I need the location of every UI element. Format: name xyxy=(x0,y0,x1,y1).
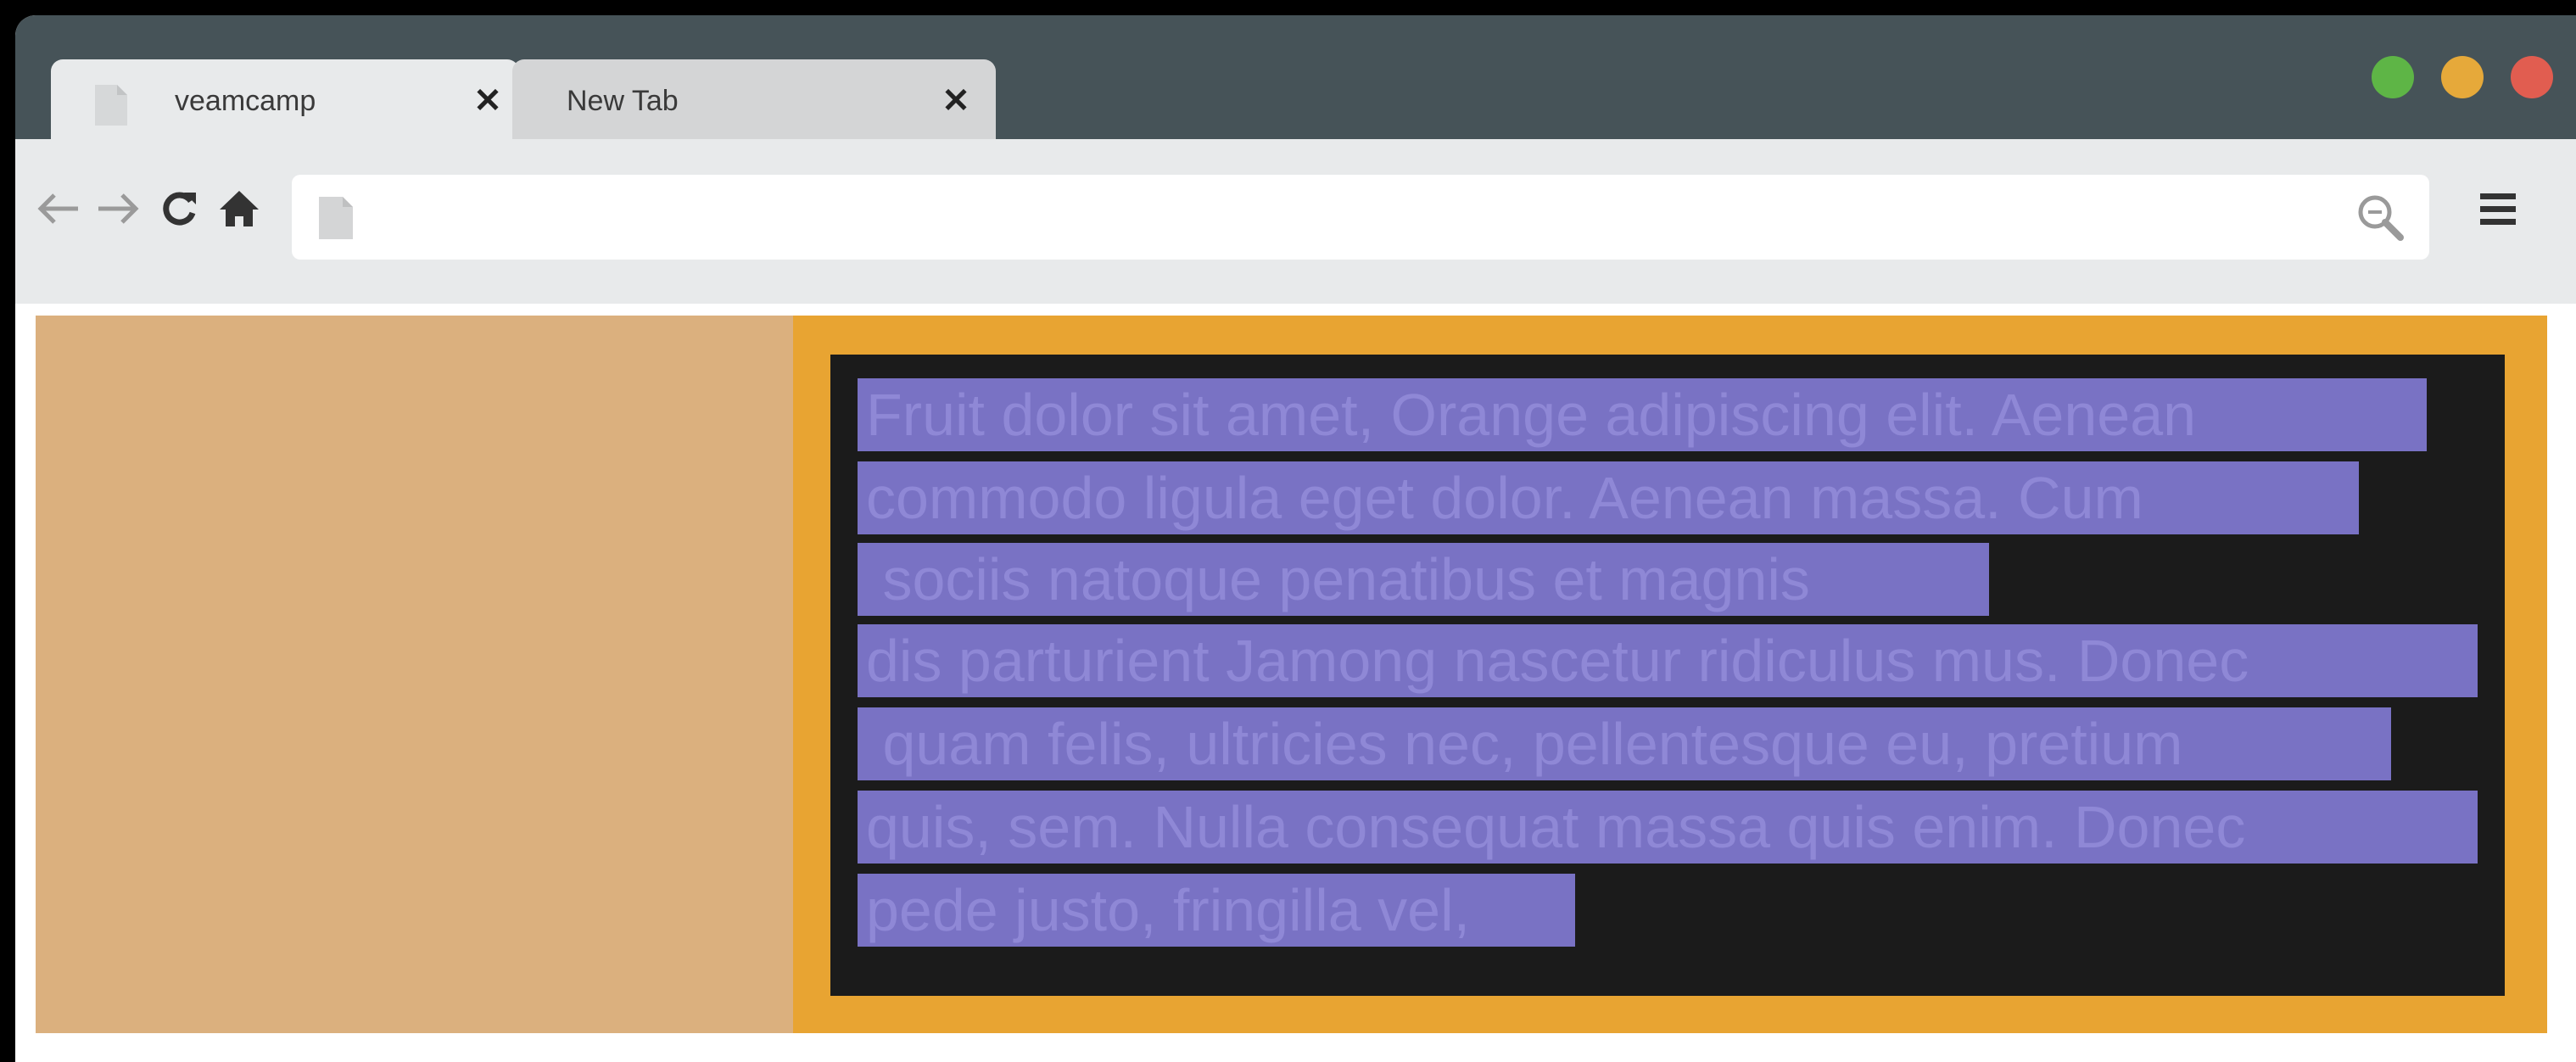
close-tab-icon[interactable]: ✕ xyxy=(935,80,977,122)
text-line: commodo ligula eget dolor. Aenean massa.… xyxy=(858,461,2359,534)
arrow-left-icon xyxy=(37,193,78,224)
tab-veamcamp[interactable]: veamcamp ✕ xyxy=(51,59,519,139)
right-panel: Fruit dolor sit amet, Orange adipiscing … xyxy=(793,316,2547,1033)
forward-button[interactable] xyxy=(95,185,142,232)
arrow-right-icon xyxy=(98,193,139,224)
search-icon[interactable] xyxy=(2356,193,2404,241)
url-input[interactable] xyxy=(373,175,2344,261)
reload-icon xyxy=(163,192,196,226)
tab-label: veamcamp xyxy=(175,85,316,117)
maximize-button[interactable] xyxy=(2372,56,2414,98)
left-panel xyxy=(36,316,793,1033)
text-line: quis, sem. Nulla consequat massa quis en… xyxy=(858,791,2478,864)
home-button[interactable] xyxy=(215,185,263,232)
text-line: pede justo, fringilla vel, xyxy=(858,874,1575,947)
text-line: sociis natoque penatibus et magnis xyxy=(858,543,1989,616)
document-icon xyxy=(95,85,127,126)
close-tab-icon[interactable]: ✕ xyxy=(467,80,509,122)
minimize-button[interactable] xyxy=(2441,56,2484,98)
reload-button[interactable] xyxy=(156,185,204,232)
text-line: Fruit dolor sit amet, Orange adipiscing … xyxy=(858,378,2427,451)
address-bar[interactable] xyxy=(292,175,2429,261)
text-box: Fruit dolor sit amet, Orange adipiscing … xyxy=(830,355,2505,996)
home-icon xyxy=(220,191,259,226)
title-bar: veamcamp ✕ New Tab ✕ xyxy=(15,15,2576,139)
hamburger-menu-icon[interactable] xyxy=(2478,190,2517,229)
close-window-button[interactable] xyxy=(2511,56,2553,98)
tab-new-tab[interactable]: New Tab ✕ xyxy=(512,59,996,139)
text-line: quam felis, ultricies nec, pellentesque … xyxy=(858,707,2391,780)
tab-label: New Tab xyxy=(567,85,679,117)
page-content: Fruit dolor sit amet, Orange adipiscing … xyxy=(15,304,2576,1062)
browser-toolbar xyxy=(15,139,2576,304)
page-icon xyxy=(319,197,353,239)
browser-window: veamcamp ✕ New Tab ✕ Fruit dolor sit ame… xyxy=(15,15,2576,1062)
back-button[interactable] xyxy=(34,185,81,232)
text-line: dis parturient Jamong nascetur ridiculus… xyxy=(858,624,2478,697)
